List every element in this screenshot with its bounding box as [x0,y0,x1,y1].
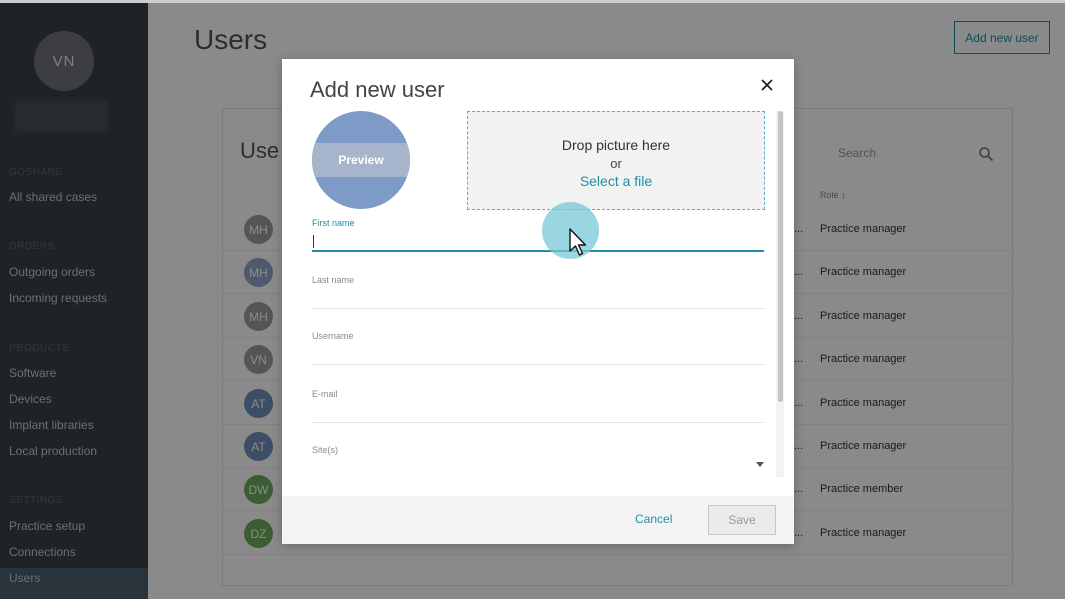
username-field: Username [312,331,764,371]
close-icon[interactable] [759,77,775,93]
sites-select[interactable] [312,459,764,479]
first-name-input[interactable] [312,232,764,252]
email-field: E-mail [312,389,764,429]
chevron-down-icon[interactable] [756,462,764,467]
drop-or-text: or [610,156,622,171]
mouse-pointer-icon [569,228,587,256]
drop-text: Drop picture here [561,137,671,153]
sites-field: Site(s) [312,445,764,485]
dialog-scrollbar-thumb[interactable] [778,111,783,402]
select-file-link[interactable]: Select a file [468,173,764,189]
first-name-label: First name [312,218,355,228]
last-name-field: Last name [312,275,764,315]
dialog-title: Add new user [310,77,445,102]
first-name-field: First name [312,218,764,258]
picture-dropzone[interactable]: Drop picture here or Select a file [467,111,765,210]
avatar-preview: Preview [312,111,410,209]
sites-label: Site(s) [312,445,339,455]
username-input[interactable] [312,345,764,365]
username-label: Username [312,331,354,341]
cancel-button[interactable]: Cancel [635,512,672,526]
email-label: E-mail [312,389,338,399]
last-name-label: Last name [312,275,355,285]
dialog-footer: Cancel Save [282,496,794,544]
preview-label: Preview [338,153,384,167]
last-name-input[interactable] [312,289,764,309]
save-button[interactable]: Save [708,505,776,535]
add-user-dialog: Add new user Preview Drop picture here o… [282,59,794,544]
email-input[interactable] [312,403,764,423]
text-caret [313,235,314,248]
